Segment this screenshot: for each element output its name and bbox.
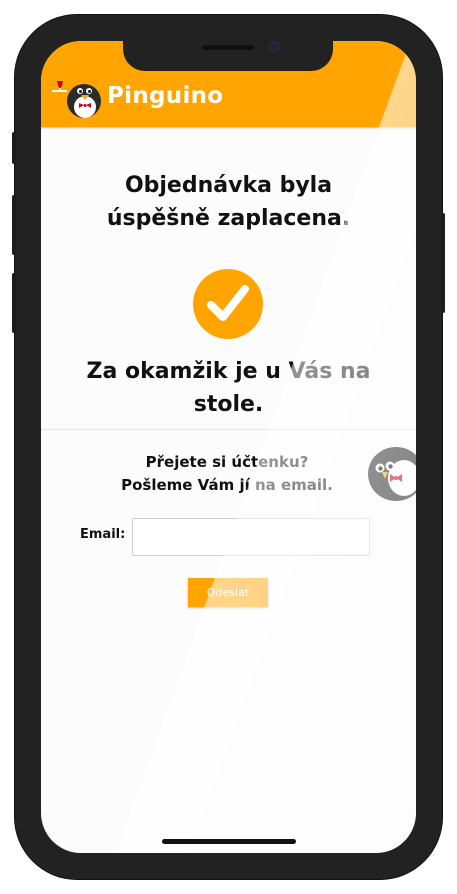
penguin-waiter-icon bbox=[52, 81, 101, 118]
email-field[interactable] bbox=[132, 518, 370, 556]
receipt-offer-text: Přejete si účtenku? Pošleme Vám jí na em… bbox=[101, 451, 353, 497]
payment-success-title: Objednávka byla úspěšně zaplacena. bbox=[41, 169, 416, 235]
power-button bbox=[441, 213, 445, 313]
email-label: Email: bbox=[80, 527, 126, 542]
brand-name: Pinguino bbox=[107, 83, 224, 109]
section-divider bbox=[41, 429, 416, 430]
title-line-1: Objednávka byla bbox=[124, 173, 333, 198]
order-message: Za okamžik je u Vás na stole. bbox=[41, 355, 416, 421]
front-camera bbox=[270, 43, 278, 51]
penguin-peek-icon bbox=[368, 447, 416, 501]
checkmark-circle-icon bbox=[193, 269, 263, 339]
title-line-2: úspěšně zaplacena. bbox=[106, 206, 351, 231]
volume-down-button bbox=[12, 273, 16, 333]
screen-glare bbox=[41, 41, 416, 853]
mute-switch bbox=[12, 132, 16, 164]
receipt-offer: Pošleme Vám jí na email. bbox=[121, 476, 333, 494]
volume-up-button bbox=[12, 195, 16, 255]
home-indicator[interactable] bbox=[162, 839, 296, 844]
receipt-question: Přejete si účtenku? bbox=[145, 453, 309, 471]
phone-notch bbox=[123, 41, 333, 71]
message-line-1: Za okamžik je u Vás na bbox=[86, 359, 371, 384]
speaker-grille bbox=[202, 45, 254, 50]
message-line-2: stole. bbox=[193, 392, 264, 417]
app-screen: Pinguino Objednávka byla úspěšně zaplace… bbox=[41, 41, 416, 853]
send-receipt-button[interactable]: Odeslat bbox=[188, 578, 268, 607]
